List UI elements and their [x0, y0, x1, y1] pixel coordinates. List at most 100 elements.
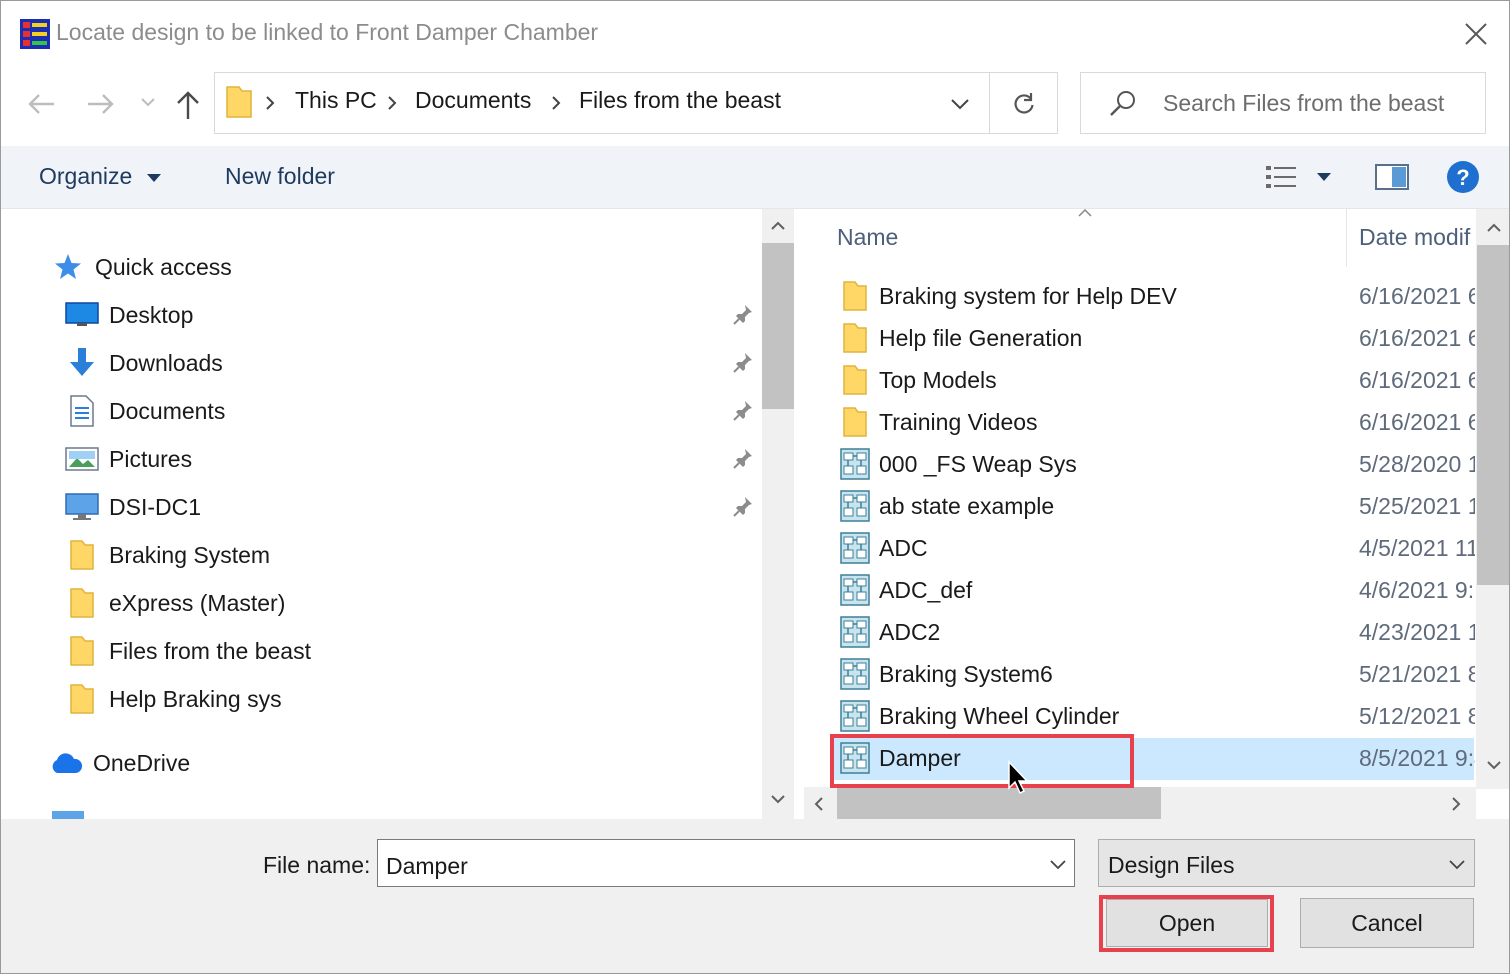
file-date: 8/5/2021 9:4: [1359, 745, 1475, 771]
forward-arrow-icon: [88, 94, 114, 114]
caret-down-icon[interactable]: [146, 173, 162, 183]
scroll-down-icon[interactable]: [771, 795, 785, 804]
view-details-icon[interactable]: [1265, 164, 1299, 190]
computer-icon: [65, 490, 99, 524]
file-name: Braking System6: [879, 661, 1053, 687]
pin-icon[interactable]: [733, 352, 753, 374]
pictures-icon: [65, 442, 99, 476]
desktop-icon: [65, 298, 99, 332]
scroll-up-icon[interactable]: [1487, 223, 1501, 232]
svg-text:?: ?: [1456, 165, 1469, 190]
open-button[interactable]: Open: [1106, 899, 1268, 947]
close-icon[interactable]: [1459, 17, 1493, 51]
nav-onedrive[interactable]: OneDrive: [49, 741, 190, 785]
file-date: 5/21/2021 8: [1359, 661, 1475, 687]
file-row[interactable]: 000 _FS Weap Sys 5/28/2020 1: [834, 444, 1475, 486]
file-row[interactable]: Damper 8/5/2021 9:4: [834, 738, 1475, 780]
file-name: 000 _FS Weap Sys: [879, 451, 1077, 477]
file-name: Braking Wheel Cylinder: [879, 703, 1120, 729]
nav-label: eXpress (Master): [109, 589, 286, 616]
pin-icon[interactable]: [733, 400, 753, 422]
search-placeholder: Search Files from the beast: [1163, 90, 1445, 116]
scroll-up-icon[interactable]: [771, 221, 785, 230]
nav-quick-access[interactable]: Quick access: [51, 245, 232, 289]
recent-locations-button[interactable]: [137, 91, 159, 113]
nav-item-desktop[interactable]: Desktop: [65, 293, 193, 337]
scroll-thumb[interactable]: [837, 787, 1161, 819]
command-bar: Organize New folder ?: [1, 146, 1509, 209]
chevron-down-icon[interactable]: [1050, 860, 1066, 870]
search-icon: [1109, 89, 1137, 117]
file-row[interactable]: Braking Wheel Cylinder 5/12/2021 8: [834, 696, 1475, 738]
breadcrumb-this-pc[interactable]: This PC: [295, 87, 377, 114]
sort-ascending-icon: [1078, 209, 1092, 217]
folder-icon: [225, 85, 253, 119]
help-icon[interactable]: ?: [1446, 160, 1480, 194]
caret-down-icon[interactable]: [1316, 172, 1332, 182]
nav-item-help-braking-sys[interactable]: Help Braking sys: [65, 677, 282, 721]
up-button[interactable]: [171, 87, 205, 123]
scroll-thumb[interactable]: [1477, 245, 1509, 585]
folder-icon: [842, 322, 872, 354]
chevron-right-icon: [551, 96, 561, 110]
address-history-dropdown[interactable]: [943, 91, 977, 117]
file-row[interactable]: ADC 4/5/2021 11: [834, 528, 1475, 570]
cloud-icon: [49, 746, 83, 780]
file-name: Top Models: [879, 367, 997, 393]
forward-button[interactable]: [83, 87, 119, 121]
breadcrumb-current-folder[interactable]: Files from the beast: [579, 87, 781, 114]
search-input[interactable]: Search Files from the beast: [1080, 72, 1486, 134]
design-file-icon: [840, 490, 870, 522]
scroll-down-icon[interactable]: [1487, 761, 1501, 770]
nav-item-documents[interactable]: Documents: [65, 389, 225, 433]
design-file-icon: [840, 574, 870, 606]
folder-icon: [65, 586, 99, 620]
cancel-button[interactable]: Cancel: [1300, 898, 1474, 948]
file-name-field[interactable]: Damper: [377, 839, 1075, 887]
downloads-icon: [65, 346, 99, 380]
nav-label: Pictures: [109, 445, 193, 472]
chevron-down-icon[interactable]: [1449, 860, 1465, 870]
column-header-name[interactable]: Name: [837, 224, 898, 251]
back-button[interactable]: [23, 87, 59, 121]
organize-menu[interactable]: Organize: [39, 163, 132, 190]
file-row[interactable]: ADC_def 4/6/2021 9:: [834, 570, 1474, 612]
nav-item-pictures[interactable]: Pictures: [65, 437, 192, 481]
file-row[interactable]: Training Videos 6/16/2021 6: [834, 402, 1475, 444]
new-folder-button[interactable]: New folder: [225, 163, 335, 190]
back-arrow-icon: [28, 94, 54, 114]
column-header-date[interactable]: Date modif: [1359, 224, 1470, 251]
scroll-right-icon[interactable]: [1452, 797, 1461, 811]
file-row[interactable]: ADC2 4/23/2021 1: [834, 612, 1475, 654]
file-horizontal-scrollbar[interactable]: [804, 787, 1476, 819]
refresh-button[interactable]: [1007, 86, 1041, 120]
nav-item-files-from-the-beast[interactable]: Files from the beast: [65, 629, 311, 673]
breadcrumb-documents[interactable]: Documents: [415, 87, 531, 114]
file-type-select[interactable]: Design Files: [1098, 839, 1475, 887]
nav-item-dsi-dc1[interactable]: DSI-DC1: [65, 485, 201, 529]
nav-label: Quick access: [95, 253, 232, 280]
file-type-value: Design Files: [1108, 852, 1235, 878]
file-date: 5/28/2020 1: [1359, 451, 1475, 477]
file-name: ADC2: [879, 619, 941, 645]
pin-icon[interactable]: [733, 304, 753, 326]
address-bar[interactable]: This PC Documents Files from the beast: [214, 72, 1058, 134]
pin-icon[interactable]: [733, 496, 753, 518]
nav-label: Desktop: [109, 301, 194, 328]
nav-item-express-master[interactable]: eXpress (Master): [65, 581, 285, 625]
file-vertical-scrollbar[interactable]: [1476, 209, 1509, 789]
file-row[interactable]: Braking system for Help DEV 6/16/2021 6: [834, 276, 1475, 318]
pin-icon[interactable]: [733, 448, 753, 470]
file-row[interactable]: Braking System6 5/21/2021 8: [834, 654, 1475, 696]
file-date: 5/25/2021 1: [1359, 493, 1475, 519]
preview-pane-icon[interactable]: [1375, 163, 1409, 191]
file-row[interactable]: ab state example 5/25/2021 1: [834, 486, 1475, 528]
nav-item-downloads[interactable]: Downloads: [65, 341, 223, 385]
file-row[interactable]: Help file Generation 6/16/2021 6: [834, 318, 1475, 360]
design-file-icon: [840, 448, 870, 480]
scroll-left-icon[interactable]: [814, 797, 823, 811]
file-row[interactable]: Top Models 6/16/2021 6: [834, 360, 1475, 402]
navigation-scrollbar[interactable]: [762, 209, 794, 819]
nav-item-braking-system[interactable]: Braking System: [65, 533, 270, 577]
scroll-thumb[interactable]: [762, 243, 794, 409]
